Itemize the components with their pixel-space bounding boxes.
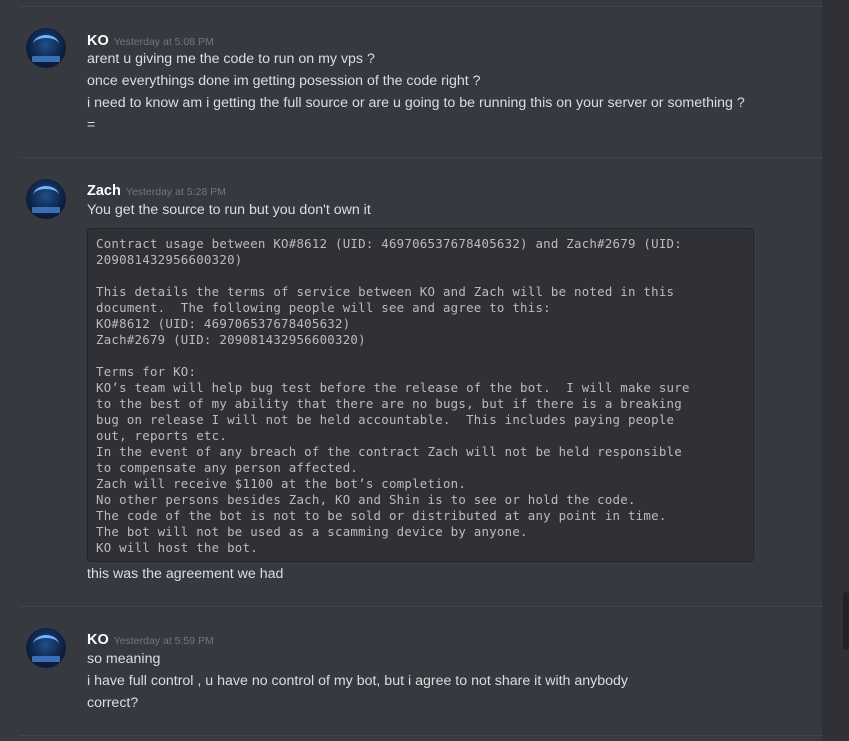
message-text: so meaning [87, 651, 161, 667]
scrollbar-thumb[interactable] [843, 592, 849, 650]
message-text: i have full control , u have no control … [87, 673, 629, 689]
chat-messages[interactable]: KO Yesterday at 5:08 PM arent u giving me… [0, 0, 822, 741]
code-line: to compensate any person affected. [96, 460, 359, 475]
code-line: In the event of any breach of the contra… [96, 444, 682, 459]
code-line: 209081432956600320) [96, 252, 243, 267]
dragon-logo-icon [33, 35, 59, 54]
code-line: This details the terms of service betwee… [96, 284, 675, 299]
message-text: arent u giving me the code to run on my … [87, 51, 375, 67]
avatar-tag-icon [32, 207, 60, 213]
message-header: Zach Yesterday at 5:28 PM [87, 180, 226, 199]
message-divider [20, 6, 822, 7]
code-line: The bot will not be used as a scamming d… [96, 524, 528, 539]
avatar[interactable] [26, 28, 66, 68]
code-line: Terms for KO: [96, 364, 197, 379]
message-text: correct? [87, 695, 139, 711]
code-line: No other persons besides Zach, KO and Sh… [96, 492, 636, 507]
timestamp[interactable]: Yesterday at 5:59 PM [114, 635, 214, 647]
code-line: document. The following people will see … [96, 300, 551, 315]
code-line: KO’s team will help bug test before the … [96, 380, 690, 395]
code-line: Zach#2679 (UID: 209081432956600320) [96, 332, 366, 347]
message-text: You get the source to run but you don't … [87, 202, 371, 218]
code-line: out, reports etc. [96, 428, 228, 443]
avatar-tag-icon [32, 56, 60, 62]
message-divider [20, 735, 822, 736]
message-header: KO Yesterday at 5:59 PM [87, 629, 214, 648]
dragon-logo-icon [33, 635, 59, 654]
username[interactable]: Zach [87, 183, 121, 199]
timestamp[interactable]: Yesterday at 5:08 PM [114, 36, 214, 48]
code-line: Contract usage between KO#8612 (UID: 469… [96, 236, 682, 251]
code-line: KO#8612 (UID: 469706537678405632) [96, 316, 351, 331]
code-line: The code of the bot is not to be sold or… [96, 508, 667, 523]
username[interactable]: KO [87, 632, 109, 648]
timestamp[interactable]: Yesterday at 5:28 PM [126, 186, 226, 198]
code-line: KO will host the bot. [96, 540, 258, 555]
code-line: Zach will receive $1100 at the bot’s com… [96, 476, 467, 491]
dragon-logo-icon [33, 186, 59, 205]
avatar-tag-icon [32, 656, 60, 662]
code-line: to the best of my ability that there are… [96, 396, 682, 411]
message-text: i need to know am i getting the full sou… [87, 95, 745, 111]
avatar[interactable] [26, 628, 66, 668]
message-divider [20, 606, 822, 607]
username[interactable]: KO [87, 33, 109, 49]
message-text: = [87, 117, 96, 133]
message-text: this was the agreement we had [87, 566, 284, 582]
message-text: once everythings done im getting posessi… [87, 73, 481, 89]
avatar[interactable] [26, 179, 66, 219]
message-divider [20, 157, 822, 158]
code-line: bug on release I will not be held accoun… [96, 412, 675, 427]
message-header: KO Yesterday at 5:08 PM [87, 30, 214, 49]
code-block[interactable]: Contract usage between KO#8612 (UID: 469… [87, 228, 754, 562]
